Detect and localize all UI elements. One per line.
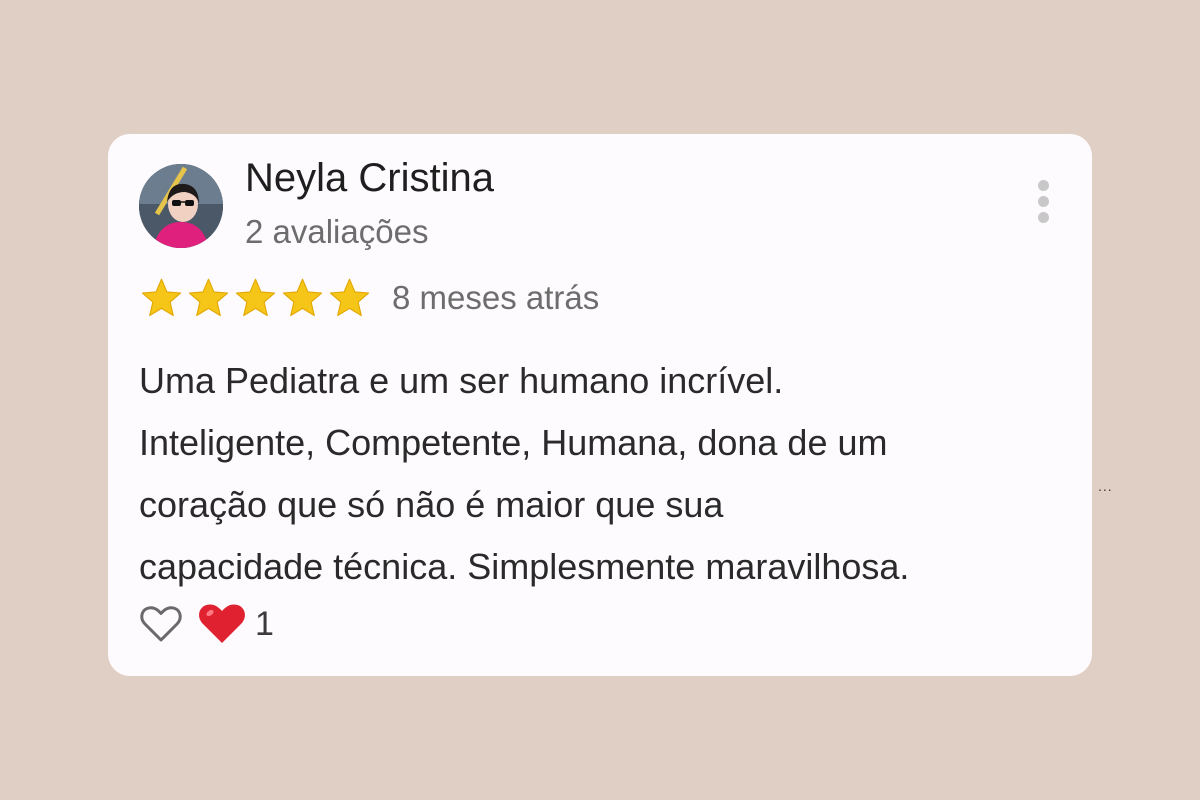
ellipsis-mark: ... bbox=[1098, 478, 1113, 494]
love-reaction[interactable] bbox=[197, 602, 247, 646]
reactions-row: 1 bbox=[139, 602, 274, 646]
star-icon bbox=[186, 277, 231, 320]
review-card: Neyla Cristina 2 avaliações 8 meses atrá… bbox=[108, 134, 1092, 676]
review-text-line: Inteligente, Competente, Humana, dona de… bbox=[139, 422, 888, 463]
star-icon bbox=[233, 277, 278, 320]
like-button[interactable] bbox=[139, 604, 183, 644]
rating-row: 8 meses atrás bbox=[139, 276, 599, 320]
avatar-image bbox=[139, 164, 223, 248]
red-heart-icon bbox=[199, 604, 245, 643]
reviewer-name[interactable]: Neyla Cristina bbox=[245, 154, 494, 202]
review-date: 8 meses atrás bbox=[392, 279, 600, 316]
review-text: Uma Pediatra e um ser humano incrível. I… bbox=[139, 350, 1069, 598]
review-count: 2 avaliações bbox=[245, 213, 429, 250]
more-options-button[interactable] bbox=[1026, 176, 1062, 226]
vertical-dots-icon bbox=[1038, 196, 1049, 207]
review-text-line: Uma Pediatra e um ser humano incrível. bbox=[139, 360, 784, 401]
star-icon bbox=[327, 277, 372, 320]
reaction-count: 1 bbox=[255, 605, 274, 643]
vertical-dots-icon bbox=[1038, 212, 1049, 223]
avatar[interactable] bbox=[139, 164, 223, 248]
review-text-line: coração que só não é maior que sua bbox=[139, 484, 724, 525]
star-icon bbox=[280, 277, 325, 320]
star-icon bbox=[139, 277, 184, 320]
star-rating bbox=[139, 277, 372, 320]
review-text-line: capacidade técnica. Simplesmente maravil… bbox=[139, 546, 910, 587]
heart-outline-icon bbox=[140, 606, 182, 642]
vertical-dots-icon bbox=[1038, 180, 1049, 191]
page: Neyla Cristina 2 avaliações 8 meses atrá… bbox=[0, 0, 1200, 800]
